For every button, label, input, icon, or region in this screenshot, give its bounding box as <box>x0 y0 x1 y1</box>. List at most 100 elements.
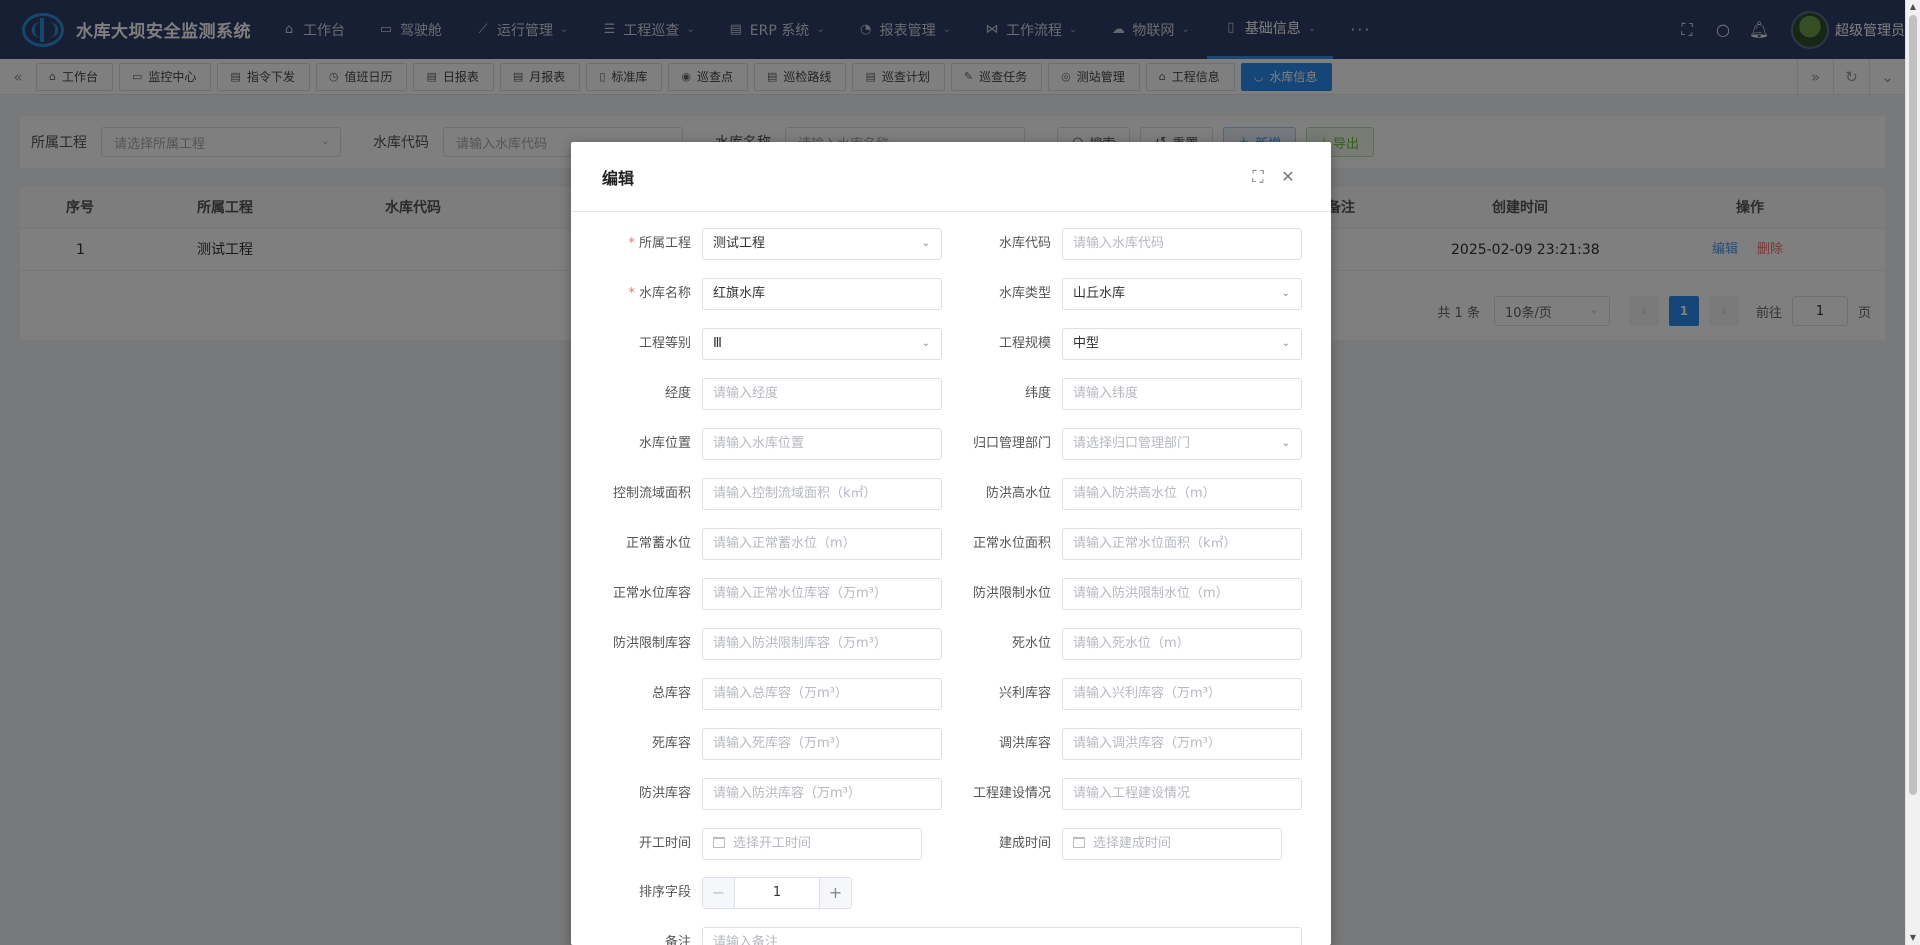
close-icon[interactable]: ✕ <box>1273 167 1303 187</box>
field-input[interactable]: 请输入水库位置 <box>702 428 942 460</box>
page-scrollbar[interactable]: ▲ ▼ <box>1905 0 1920 945</box>
field-label: 调洪库容 <box>931 728 1051 760</box>
scroll-down-icon[interactable]: ▼ <box>1906 931 1920 945</box>
form-row: 控制流域面积 请输入控制流域面积（k㎡） 防洪高水位 请输入防洪高水位（m） <box>571 478 1331 510</box>
field-label-text: 正常蓄水位 <box>625 536 691 551</box>
field-input[interactable]: 红旗水库 <box>702 278 942 310</box>
field-label: 控制流域面积 <box>571 478 691 510</box>
field-input[interactable]: 请输入兴利库容（万m³） <box>1062 678 1302 710</box>
field-input[interactable]: 请输入防洪库容（万m³） <box>702 778 942 810</box>
field-label-text: 防洪限制库容 <box>612 636 691 651</box>
calendar-icon <box>1073 837 1085 848</box>
remark-textarea[interactable]: 请输入备注 <box>702 927 1302 945</box>
field-label: 经度 <box>571 378 691 410</box>
field-label: 防洪限制库容 <box>571 628 691 660</box>
field-value: 请输入防洪高水位（m） <box>1073 486 1216 501</box>
field-label-text: 开工时间 <box>638 836 691 851</box>
field-label-text: 控制流域面积 <box>612 486 691 501</box>
scrollbar-thumb[interactable] <box>1909 15 1917 795</box>
remark-label: 备注 <box>664 935 691 945</box>
field-label-text: 水库类型 <box>998 286 1051 301</box>
field-label-text: 防洪限制水位 <box>972 586 1051 601</box>
field-select[interactable]: 中型 ⌄ <box>1062 328 1302 360</box>
field-value: 请输入调洪库容（万m³） <box>1073 736 1221 751</box>
field-input[interactable]: 请输入工程建设情况 <box>1062 778 1302 810</box>
field-value: 中型 <box>1073 336 1100 351</box>
field-input[interactable]: 请输入经度 <box>702 378 942 410</box>
field-input[interactable]: 请输入防洪高水位（m） <box>1062 478 1302 510</box>
sort-label: 排序字段 <box>638 885 691 900</box>
maximize-icon[interactable]: ⛶ <box>1243 167 1273 187</box>
field-label-text: 建成时间 <box>998 836 1051 851</box>
dialog-header: 编辑 ⛶ ✕ <box>571 142 1331 212</box>
field-label-text: 调洪库容 <box>998 736 1051 751</box>
field-value: 请输入总库容（万m³） <box>713 686 848 701</box>
field-label: 正常水位库容 <box>571 578 691 610</box>
form-row: 工程等别 Ⅲ ⌄ 工程规模 中型 ⌄ <box>571 328 1331 360</box>
field-input[interactable]: 请输入纬度 <box>1062 378 1302 410</box>
field-value: 请输入兴利库容（万m³） <box>1073 686 1221 701</box>
field-value: 请输入经度 <box>713 386 779 401</box>
field-input[interactable]: 请输入水库代码 <box>1062 228 1302 260</box>
chevron-down-icon: ⌄ <box>1281 288 1290 299</box>
form-row: 正常蓄水位 请输入正常蓄水位（m） 正常水位面积 请输入正常水位面积（k㎡） <box>571 528 1331 560</box>
field-select[interactable]: 请选择归口管理部门 ⌄ <box>1062 428 1302 460</box>
field-input[interactable]: 请输入正常水位面积（k㎡） <box>1062 528 1302 560</box>
field-value: 请输入正常水位库容（万m³） <box>713 586 887 601</box>
field-label-text: 归口管理部门 <box>972 436 1051 451</box>
chevron-down-icon: ⌄ <box>921 338 930 349</box>
field-label: 总库容 <box>571 678 691 710</box>
field-select[interactable]: Ⅲ ⌄ <box>702 328 942 360</box>
date-picker[interactable]: 选择开工时间 <box>702 828 922 860</box>
field-value: 请选择归口管理部门 <box>1073 436 1191 451</box>
field-label: 正常水位面积 <box>931 528 1051 560</box>
increment-button[interactable]: + <box>819 878 851 908</box>
field-input[interactable]: 请输入总库容（万m³） <box>702 678 942 710</box>
form-row: 水库位置 请输入水库位置 归口管理部门 请选择归口管理部门 ⌄ <box>571 428 1331 460</box>
field-label: 正常蓄水位 <box>571 528 691 560</box>
field-label-text: 水库代码 <box>998 236 1051 251</box>
field-label-text: 工程规模 <box>998 336 1051 351</box>
field-value: 选择建成时间 <box>1093 836 1172 851</box>
field-value: 请输入死库容（万m³） <box>713 736 848 751</box>
chevron-down-icon: ⌄ <box>1281 438 1290 449</box>
decrement-button[interactable]: − <box>703 878 735 908</box>
field-label: 死库容 <box>571 728 691 760</box>
field-label-text: 总库容 <box>651 686 691 701</box>
field-input[interactable]: 请输入正常水位库容（万m³） <box>702 578 942 610</box>
field-value: 请输入水库位置 <box>713 436 805 451</box>
form-row-sort: 排序字段 − 1 + <box>571 877 1331 909</box>
field-input[interactable]: 请输入死库容（万m³） <box>702 728 942 760</box>
field-label: 水库代码 <box>931 228 1051 260</box>
field-label: 开工时间 <box>571 828 691 860</box>
chevron-down-icon: ⌄ <box>921 238 930 249</box>
field-label-text: 水库名称 <box>638 286 691 301</box>
date-picker[interactable]: 选择建成时间 <box>1062 828 1282 860</box>
field-value: 红旗水库 <box>713 286 766 301</box>
field-label: 建成时间 <box>931 828 1051 860</box>
field-value: 请输入死水位（m） <box>1073 636 1190 651</box>
field-label-text: 死水位 <box>1011 636 1051 651</box>
field-select[interactable]: 山丘水库 ⌄ <box>1062 278 1302 310</box>
field-input[interactable]: 请输入死水位（m） <box>1062 628 1302 660</box>
dialog-tools: ⛶ ✕ <box>1243 167 1303 187</box>
field-input[interactable]: 请输入防洪限制库容（万m³） <box>702 628 942 660</box>
scroll-up-icon[interactable]: ▲ <box>1906 0 1920 14</box>
field-label-text: 正常水位库容 <box>612 586 691 601</box>
field-label-text: 防洪高水位 <box>985 486 1051 501</box>
field-input[interactable]: 请输入正常蓄水位（m） <box>702 528 942 560</box>
field-label-text: 工程等别 <box>638 336 691 351</box>
field-input[interactable]: 请输入防洪限制水位（m） <box>1062 578 1302 610</box>
form-row: 经度 请输入经度 纬度 请输入纬度 <box>571 378 1331 410</box>
field-value: 请输入控制流域面积（k㎡） <box>713 486 877 501</box>
field-label: 水库位置 <box>571 428 691 460</box>
field-value: 选择开工时间 <box>733 836 812 851</box>
form-row-remark: 备注 请输入备注 <box>571 927 1331 945</box>
field-input[interactable]: 请输入控制流域面积（k㎡） <box>702 478 942 510</box>
field-value: 请输入工程建设情况 <box>1073 786 1191 801</box>
sort-value[interactable]: 1 <box>735 878 819 908</box>
form-row: 正常水位库容 请输入正常水位库容（万m³） 防洪限制水位 请输入防洪限制水位（m） <box>571 578 1331 610</box>
field-input[interactable]: 请输入调洪库容（万m³） <box>1062 728 1302 760</box>
sort-stepper[interactable]: − 1 + <box>702 877 852 909</box>
field-select[interactable]: 测试工程 ⌄ <box>702 228 942 260</box>
